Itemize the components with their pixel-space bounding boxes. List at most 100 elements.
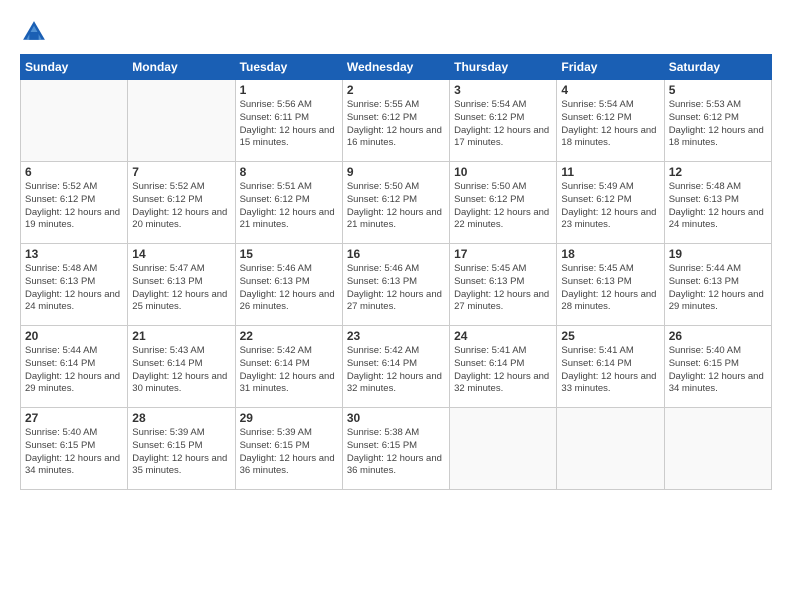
day-info: Sunrise: 5:38 AM Sunset: 6:15 PM Dayligh… — [347, 427, 445, 478]
calendar-header-row: SundayMondayTuesdayWednesdayThursdayFrid… — [21, 55, 772, 80]
day-number: 13 — [25, 247, 123, 261]
calendar-cell: 16 Sunrise: 5:46 AM Sunset: 6:13 PM Dayli… — [342, 244, 449, 326]
logo — [20, 18, 52, 46]
logo-icon — [20, 18, 48, 46]
day-number: 22 — [240, 329, 338, 343]
calendar-cell — [557, 408, 664, 490]
day-info: Sunrise: 5:40 AM Sunset: 6:15 PM Dayligh… — [669, 345, 767, 396]
day-info: Sunrise: 5:42 AM Sunset: 6:14 PM Dayligh… — [240, 345, 338, 396]
day-number: 11 — [561, 165, 659, 179]
calendar-cell: 10 Sunrise: 5:50 AM Sunset: 6:12 PM Dayli… — [450, 162, 557, 244]
calendar-week-row: 20 Sunrise: 5:44 AM Sunset: 6:14 PM Dayli… — [21, 326, 772, 408]
calendar-cell: 24Sunrise: 5:41 AM Sunset: 6:14 PM Dayli… — [450, 326, 557, 408]
calendar-cell: 23 Sunrise: 5:42 AM Sunset: 6:14 PM Dayli… — [342, 326, 449, 408]
day-number: 27 — [25, 411, 123, 425]
day-info: Sunrise: 5:41 AM Sunset: 6:14 PM Dayligh… — [454, 345, 552, 396]
day-info: Sunrise: 5:52 AM Sunset: 6:12 PM Dayligh… — [132, 181, 230, 232]
day-number: 29 — [240, 411, 338, 425]
calendar-week-row: 6 Sunrise: 5:52 AM Sunset: 6:12 PM Daylig… — [21, 162, 772, 244]
day-number: 16 — [347, 247, 445, 261]
calendar-cell: 30 Sunrise: 5:38 AM Sunset: 6:15 PM Dayli… — [342, 408, 449, 490]
calendar-cell: 14 Sunrise: 5:47 AM Sunset: 6:13 PM Dayli… — [128, 244, 235, 326]
day-number: 19 — [669, 247, 767, 261]
day-info: Sunrise: 5:54 AM Sunset: 6:12 PM Dayligh… — [454, 99, 552, 150]
day-number: 23 — [347, 329, 445, 343]
day-number: 25 — [561, 329, 659, 343]
day-info: Sunrise: 5:53 AM Sunset: 6:12 PM Dayligh… — [669, 99, 767, 150]
calendar-cell: 2 Sunrise: 5:55 AM Sunset: 6:12 PM Daylig… — [342, 80, 449, 162]
calendar-header-sunday: Sunday — [21, 55, 128, 80]
calendar-cell: 5 Sunrise: 5:53 AM Sunset: 6:12 PM Daylig… — [664, 80, 771, 162]
calendar-cell: 7 Sunrise: 5:52 AM Sunset: 6:12 PM Daylig… — [128, 162, 235, 244]
calendar-cell: 25 Sunrise: 5:41 AM Sunset: 6:14 PM Dayli… — [557, 326, 664, 408]
header — [20, 18, 772, 46]
day-number: 2 — [347, 83, 445, 97]
calendar-cell: 1 Sunrise: 5:56 AM Sunset: 6:11 PM Daylig… — [235, 80, 342, 162]
day-info: Sunrise: 5:42 AM Sunset: 6:14 PM Dayligh… — [347, 345, 445, 396]
calendar-cell: 22 Sunrise: 5:42 AM Sunset: 6:14 PM Dayli… — [235, 326, 342, 408]
calendar-week-row: 1 Sunrise: 5:56 AM Sunset: 6:11 PM Daylig… — [21, 80, 772, 162]
page: SundayMondayTuesdayWednesdayThursdayFrid… — [0, 0, 792, 612]
day-info: Sunrise: 5:39 AM Sunset: 6:15 PM Dayligh… — [240, 427, 338, 478]
calendar-cell — [450, 408, 557, 490]
day-number: 7 — [132, 165, 230, 179]
calendar-cell: 29 Sunrise: 5:39 AM Sunset: 6:15 PM Dayli… — [235, 408, 342, 490]
day-number: 5 — [669, 83, 767, 97]
calendar-cell: 13 Sunrise: 5:48 AM Sunset: 6:13 PM Dayli… — [21, 244, 128, 326]
calendar-week-row: 13 Sunrise: 5:48 AM Sunset: 6:13 PM Dayli… — [21, 244, 772, 326]
calendar-cell: 20 Sunrise: 5:44 AM Sunset: 6:14 PM Dayli… — [21, 326, 128, 408]
day-info: Sunrise: 5:46 AM Sunset: 6:13 PM Dayligh… — [347, 263, 445, 314]
day-number: 28 — [132, 411, 230, 425]
calendar-cell: 9 Sunrise: 5:50 AM Sunset: 6:12 PM Daylig… — [342, 162, 449, 244]
calendar-cell: 27 Sunrise: 5:40 AM Sunset: 6:15 PM Dayli… — [21, 408, 128, 490]
calendar-header-friday: Friday — [557, 55, 664, 80]
day-number: 6 — [25, 165, 123, 179]
calendar-header-wednesday: Wednesday — [342, 55, 449, 80]
day-number: 14 — [132, 247, 230, 261]
day-info: Sunrise: 5:46 AM Sunset: 6:13 PM Dayligh… — [240, 263, 338, 314]
day-number: 17 — [454, 247, 552, 261]
day-info: Sunrise: 5:43 AM Sunset: 6:14 PM Dayligh… — [132, 345, 230, 396]
day-info: Sunrise: 5:50 AM Sunset: 6:12 PM Dayligh… — [347, 181, 445, 232]
calendar-cell — [664, 408, 771, 490]
calendar-cell: 17 Sunrise: 5:45 AM Sunset: 6:13 PM Dayli… — [450, 244, 557, 326]
calendar-cell: 15 Sunrise: 5:46 AM Sunset: 6:13 PM Dayli… — [235, 244, 342, 326]
day-number: 9 — [347, 165, 445, 179]
day-number: 10 — [454, 165, 552, 179]
day-info: Sunrise: 5:51 AM Sunset: 6:12 PM Dayligh… — [240, 181, 338, 232]
day-info: Sunrise: 5:39 AM Sunset: 6:15 PM Dayligh… — [132, 427, 230, 478]
day-info: Sunrise: 5:50 AM Sunset: 6:12 PM Dayligh… — [454, 181, 552, 232]
day-info: Sunrise: 5:41 AM Sunset: 6:14 PM Dayligh… — [561, 345, 659, 396]
day-number: 18 — [561, 247, 659, 261]
day-number: 15 — [240, 247, 338, 261]
day-info: Sunrise: 5:48 AM Sunset: 6:13 PM Dayligh… — [25, 263, 123, 314]
calendar-cell: 6Sunrise: 5:52 AM Sunset: 6:12 PM Daylig… — [21, 162, 128, 244]
day-info: Sunrise: 5:44 AM Sunset: 6:13 PM Dayligh… — [669, 263, 767, 314]
day-info: Sunrise: 5:56 AM Sunset: 6:11 PM Dayligh… — [240, 99, 338, 150]
calendar-cell: 28 Sunrise: 5:39 AM Sunset: 6:15 PM Dayli… — [128, 408, 235, 490]
day-number: 30 — [347, 411, 445, 425]
calendar-cell: 12Sunrise: 5:48 AM Sunset: 6:13 PM Dayli… — [664, 162, 771, 244]
calendar-cell: 19 Sunrise: 5:44 AM Sunset: 6:13 PM Dayli… — [664, 244, 771, 326]
calendar-cell: 3 Sunrise: 5:54 AM Sunset: 6:12 PM Daylig… — [450, 80, 557, 162]
calendar-week-row: 27 Sunrise: 5:40 AM Sunset: 6:15 PM Dayli… — [21, 408, 772, 490]
day-number: 26 — [669, 329, 767, 343]
calendar-cell: 4Sunrise: 5:54 AM Sunset: 6:12 PM Daylig… — [557, 80, 664, 162]
day-info: Sunrise: 5:55 AM Sunset: 6:12 PM Dayligh… — [347, 99, 445, 150]
day-number: 1 — [240, 83, 338, 97]
day-info: Sunrise: 5:45 AM Sunset: 6:13 PM Dayligh… — [561, 263, 659, 314]
calendar-header-monday: Monday — [128, 55, 235, 80]
day-info: Sunrise: 5:47 AM Sunset: 6:13 PM Dayligh… — [132, 263, 230, 314]
day-info: Sunrise: 5:45 AM Sunset: 6:13 PM Dayligh… — [454, 263, 552, 314]
day-number: 8 — [240, 165, 338, 179]
calendar-cell: 21Sunrise: 5:43 AM Sunset: 6:14 PM Dayli… — [128, 326, 235, 408]
day-info: Sunrise: 5:40 AM Sunset: 6:15 PM Dayligh… — [25, 427, 123, 478]
calendar-cell: 18 Sunrise: 5:45 AM Sunset: 6:13 PM Dayli… — [557, 244, 664, 326]
calendar-cell — [128, 80, 235, 162]
day-number: 3 — [454, 83, 552, 97]
day-info: Sunrise: 5:44 AM Sunset: 6:14 PM Dayligh… — [25, 345, 123, 396]
calendar-cell: 26 Sunrise: 5:40 AM Sunset: 6:15 PM Dayli… — [664, 326, 771, 408]
day-number: 20 — [25, 329, 123, 343]
day-number: 12 — [669, 165, 767, 179]
calendar-cell: 8 Sunrise: 5:51 AM Sunset: 6:12 PM Daylig… — [235, 162, 342, 244]
